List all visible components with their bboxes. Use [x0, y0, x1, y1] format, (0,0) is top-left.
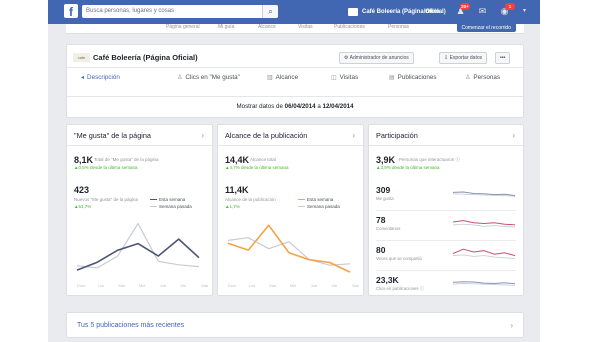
x-axis-labels: Dom Lun Mar Mié Jue Vie Sáb	[224, 283, 359, 289]
engagement-card[interactable]: Participación › 3,9K Personas que intera…	[368, 124, 524, 296]
top-bar: f Busca personas, lugares y cosas ⌕ Café…	[48, 0, 540, 24]
subnav-tab[interactable]: Página general	[166, 24, 200, 30]
x-tick-label: Lun	[248, 283, 256, 288]
posts-icon: ▤	[389, 75, 395, 81]
insights-header: cafe Café Boleería (Página Oficial) ⚙ Ad…	[66, 44, 524, 118]
x-tick-label: Mié	[139, 283, 146, 288]
likes-last-week-line	[76, 222, 200, 269]
tab-likes[interactable]: ♙ Clics en "Me gusta"	[177, 68, 240, 87]
date-separator: a	[317, 103, 321, 110]
x-tick-label: Mié	[290, 283, 297, 288]
subnav-tab[interactable]: Alcance	[258, 24, 276, 30]
tab-visits[interactable]: ◫ Visitas	[331, 68, 358, 87]
search-placeholder: Busca personas, lugares y cosas	[86, 8, 175, 14]
insights-tabs: ◂ Descripción ♙ Clics en "Me gusta" ▥ Alcan…	[67, 67, 523, 87]
x-tick-label: Jue	[310, 283, 318, 288]
subnav-tab[interactable]: Personas	[388, 24, 409, 30]
tab-label: Publicaciones	[397, 74, 437, 81]
tab-label: Alcance	[275, 74, 299, 81]
visits-icon: ◫	[331, 75, 337, 81]
reach-line-chart	[227, 224, 351, 273]
subnav-tab[interactable]: Mi guía	[218, 24, 234, 30]
ads-manager-button[interactable]: ⚙ Administrador de anuncios	[339, 52, 414, 64]
tab-reach[interactable]: ▥ Alcance	[267, 68, 298, 87]
sparkline-last-week	[452, 283, 516, 286]
messages-icon[interactable]: ✉	[478, 7, 487, 16]
page-logo: cafe	[73, 53, 90, 62]
more-options-button[interactable]: •••	[495, 52, 511, 64]
notification-badge: 20+	[460, 3, 470, 10]
sparkline-last-week	[452, 254, 516, 259]
x-tick-label: Mar	[118, 283, 126, 288]
page-subnav: Página general Mi guía Alcance Visitas P…	[66, 24, 524, 34]
home-link[interactable]: Inicio	[424, 6, 440, 18]
engagement-sparklines	[452, 191, 516, 286]
date-prefix: Mostrar datos de	[236, 103, 283, 110]
x-tick-label: Mar	[269, 283, 277, 288]
x-tick-label: Dom	[77, 283, 86, 288]
subnav-tab[interactable]: Visitas	[298, 24, 313, 30]
page-flag-icon	[348, 8, 358, 16]
export-data-label: Exportar datos	[449, 55, 483, 61]
date-range: Mostrar datos de 06/04/2014 a 12/04/2014	[67, 96, 523, 116]
ads-manager-label: Administrador de anuncios	[349, 55, 409, 61]
tab-label: Clics en "Me gusta"	[185, 74, 240, 81]
reach-icon: ▥	[267, 75, 273, 81]
x-tick-label: Jue	[159, 283, 167, 288]
page-likes-card[interactable]: "Me gusta" de la página › 8,1K Total de …	[66, 124, 213, 296]
export-data-button[interactable]: ⇩ Exportar datos	[439, 52, 488, 64]
x-tick-label: Lun	[97, 283, 105, 288]
search-input[interactable]: Busca personas, lugares y cosas ⌕	[82, 5, 278, 18]
x-tick-label: Dom	[228, 283, 237, 288]
page-title: Café Boleería (Página Oficial)	[93, 53, 198, 62]
x-tick-label: Vie	[331, 283, 338, 288]
likes-line-chart	[76, 222, 200, 271]
date-from[interactable]: 06/04/2014	[285, 103, 316, 110]
settings-chevron-down-icon[interactable]: ▾	[520, 7, 529, 16]
tab-people[interactable]: ♙ Personas	[465, 68, 500, 87]
recent-posts-link[interactable]: Tus 5 publicaciones más recientes	[77, 313, 184, 339]
tab-label: Visitas	[339, 74, 359, 81]
date-to[interactable]: 12/04/2014	[323, 103, 354, 110]
facebook-logo-icon[interactable]: f	[64, 4, 78, 18]
facebook-window: f Busca personas, lugares y cosas ⌕ Café…	[48, 0, 540, 342]
tab-label: Descripción	[87, 74, 120, 81]
start-tour-button[interactable]: Comenzar el recorrido	[456, 24, 516, 32]
post-reach-card[interactable]: Alcance de la publicación › 14,4K Alcanc…	[217, 124, 364, 296]
tab-label: Personas	[473, 74, 500, 81]
search-icon[interactable]: ⌕	[262, 5, 278, 18]
messages-badge: 1	[505, 3, 515, 10]
x-tick-label: Sáb	[352, 283, 360, 288]
reach-last-week-line	[227, 237, 351, 266]
people-icon: ♙	[465, 75, 471, 81]
recent-posts-bar[interactable]: Tus 5 publicaciones más recientes ›	[66, 312, 524, 338]
screen: f Busca personas, lugares y cosas ⌕ Café…	[0, 0, 596, 342]
x-tick-label: Vie	[180, 283, 187, 288]
overview-icon: ◂	[81, 75, 85, 81]
tab-posts[interactable]: ▤ Publicaciones	[389, 68, 437, 87]
like-icon: ♙	[177, 75, 183, 81]
chevron-right-icon[interactable]: ›	[510, 313, 513, 339]
subnav-tab[interactable]: Publicaciones	[334, 24, 365, 30]
x-axis-labels: Dom Lun Mar Mié Jue Vie Sáb	[73, 283, 208, 289]
x-tick-label: Sáb	[201, 283, 209, 288]
tab-descripcion[interactable]: ◂ Descripción	[81, 68, 120, 87]
